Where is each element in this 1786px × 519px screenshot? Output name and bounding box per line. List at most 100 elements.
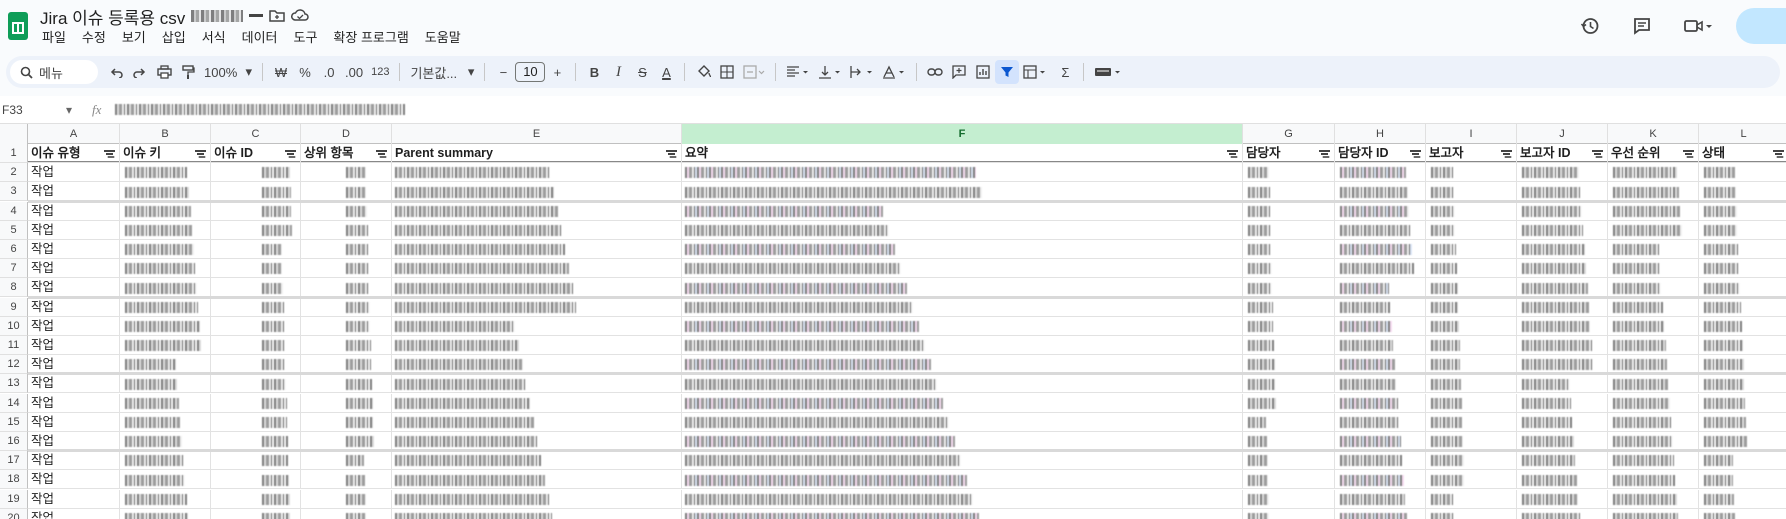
strikethrough-button[interactable]: S [630, 60, 654, 84]
header-cell-h[interactable]: 담당자 ID [1335, 144, 1426, 163]
header-cell-k[interactable]: 우선 순위 [1608, 144, 1699, 163]
cell-l[interactable] [1699, 278, 1786, 298]
cell-i[interactable] [1426, 220, 1517, 240]
row-number[interactable]: 18 [0, 470, 28, 490]
cell-k[interactable] [1608, 355, 1699, 375]
cell-a[interactable]: 작업 [28, 240, 120, 259]
cell-g[interactable] [1243, 432, 1335, 451]
cell-a[interactable]: 작업 [28, 374, 120, 394]
cell-b[interactable] [120, 451, 211, 471]
cell-d[interactable] [301, 412, 392, 432]
menu-view[interactable]: 보기 [114, 29, 154, 47]
cell-c[interactable] [211, 412, 301, 432]
cell-b[interactable] [120, 489, 211, 509]
print-icon[interactable] [152, 60, 176, 84]
cell-b[interactable] [120, 220, 211, 240]
row-number[interactable]: 9 [0, 297, 28, 317]
borders-icon[interactable] [715, 60, 739, 84]
cell-e[interactable] [392, 451, 682, 471]
cell-k[interactable] [1608, 297, 1699, 317]
cell-b[interactable] [120, 355, 211, 375]
cell-a[interactable]: 작업 [28, 432, 120, 451]
cell-f[interactable] [682, 451, 1243, 471]
cell-b[interactable] [120, 336, 211, 355]
font-size-decrease-button[interactable]: − [491, 60, 515, 84]
cell-i[interactable] [1426, 393, 1517, 413]
filter-icon[interactable] [1683, 150, 1694, 157]
header-cell-j[interactable]: 보고자 ID [1517, 144, 1608, 163]
cell-d[interactable] [301, 355, 392, 375]
cell-f[interactable] [682, 432, 1243, 451]
cell-a[interactable]: 작업 [28, 297, 120, 317]
cell-j[interactable] [1517, 412, 1608, 432]
cell-j[interactable] [1517, 163, 1608, 183]
cell-f[interactable] [682, 201, 1243, 221]
filter-icon[interactable] [285, 150, 296, 157]
row-number[interactable]: 19 [0, 489, 28, 509]
menu-extensions[interactable]: 확장 프로그램 [325, 29, 416, 47]
header-cell-i[interactable]: 보고자 [1426, 144, 1517, 163]
cell-c[interactable] [211, 470, 301, 490]
row-number[interactable]: 6 [0, 240, 28, 259]
column-header-g[interactable]: G [1243, 124, 1335, 144]
cell-i[interactable] [1426, 432, 1517, 451]
cell-b[interactable] [120, 278, 211, 298]
menu-insert[interactable]: 삽입 [154, 29, 194, 47]
filter-icon[interactable] [195, 150, 206, 157]
decrease-decimal-button[interactable]: .0 [317, 60, 341, 84]
cell-c[interactable] [211, 374, 301, 394]
cell-a[interactable]: 작업 [28, 489, 120, 509]
cell-d[interactable] [301, 470, 392, 490]
cell-b[interactable] [120, 374, 211, 394]
cell-j[interactable] [1517, 278, 1608, 298]
cell-d[interactable] [301, 489, 392, 509]
cell-i[interactable] [1426, 412, 1517, 432]
menu-file[interactable]: 파일 [40, 29, 74, 47]
cell-a[interactable]: 작업 [28, 220, 120, 240]
cell-i[interactable] [1426, 182, 1517, 202]
header-cell-d[interactable]: 상위 항목 [301, 144, 392, 163]
cell-h[interactable] [1335, 432, 1426, 451]
cell-f[interactable] [682, 278, 1243, 298]
cell-d[interactable] [301, 201, 392, 221]
cell-f[interactable] [682, 393, 1243, 413]
cell-e[interactable] [392, 470, 682, 490]
cell-h[interactable] [1335, 489, 1426, 509]
column-header-e[interactable]: E [392, 124, 682, 144]
cell-i[interactable] [1426, 278, 1517, 298]
header-cell-f[interactable]: 요약 [682, 144, 1243, 163]
cell-l[interactable] [1699, 298, 1786, 317]
cell-d[interactable] [301, 508, 392, 519]
cell-d[interactable] [301, 336, 392, 355]
cell-h[interactable] [1335, 259, 1426, 279]
cell-g[interactable] [1243, 412, 1335, 432]
header-cell-b[interactable]: 이슈 키 [120, 144, 211, 163]
row-number[interactable]: 1 [0, 144, 28, 163]
cell-b[interactable] [120, 508, 211, 519]
cell-f[interactable] [682, 412, 1243, 432]
filter-icon[interactable] [1227, 150, 1238, 157]
cell-g[interactable] [1243, 316, 1335, 336]
formula-input[interactable] [115, 104, 406, 115]
cell-l[interactable] [1699, 259, 1786, 279]
paint-format-icon[interactable] [176, 60, 200, 84]
cell-f[interactable] [682, 297, 1243, 317]
cell-h[interactable] [1335, 163, 1426, 183]
text-wrap-icon[interactable] [846, 60, 878, 84]
cell-c[interactable] [211, 259, 301, 279]
row-number[interactable]: 16 [0, 432, 28, 451]
cell-g[interactable] [1243, 201, 1335, 221]
cell-g[interactable] [1243, 259, 1335, 279]
column-header-a[interactable]: A [28, 124, 120, 144]
row-number[interactable]: 17 [0, 451, 28, 471]
cell-h[interactable] [1335, 451, 1426, 471]
cell-a[interactable]: 작업 [28, 412, 120, 432]
cell-b[interactable] [120, 240, 211, 259]
number-format-button[interactable]: 123 [367, 60, 393, 84]
menu-format[interactable]: 서식 [194, 29, 234, 47]
cell-c[interactable] [211, 220, 301, 240]
cell-j[interactable] [1517, 316, 1608, 336]
cell-k[interactable] [1608, 470, 1699, 490]
cell-h[interactable] [1335, 393, 1426, 413]
cell-e[interactable] [392, 259, 682, 279]
